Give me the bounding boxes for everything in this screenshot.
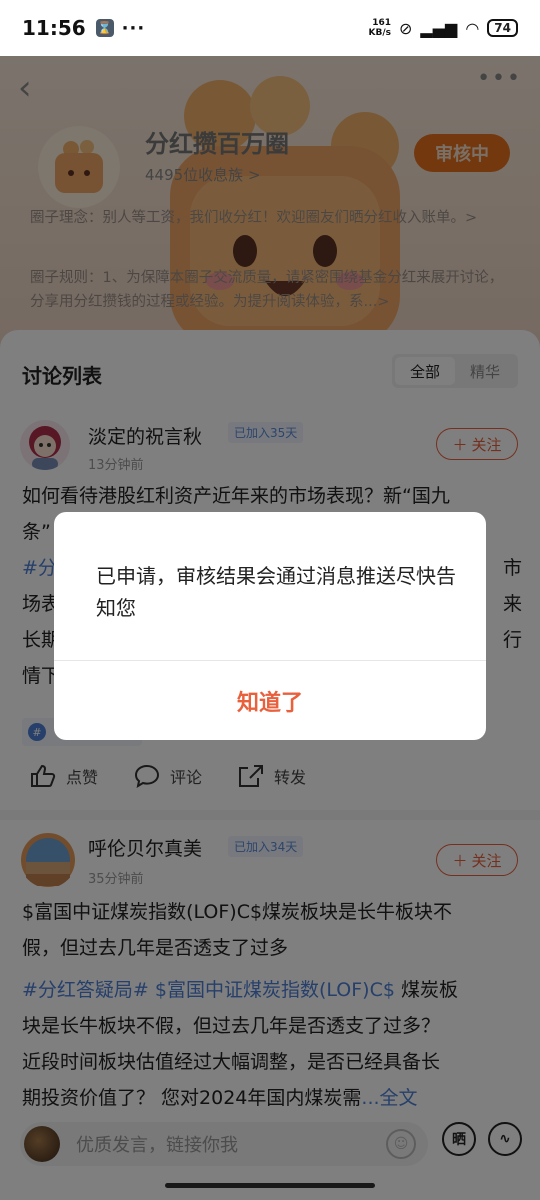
got-it-button[interactable]: 知道了 (54, 661, 486, 740)
wifi-icon: ◠ (465, 18, 480, 38)
signal-icon: ▂▄▆ (420, 18, 458, 38)
network-speed-value: 161 (372, 18, 391, 28)
link-icon: ⊘ (399, 18, 413, 38)
status-bar: 11:56 ⌛ ··· 161 KB/s ⊘ ▂▄▆ ◠ 74 (0, 0, 540, 56)
network-speed-unit: KB/s (368, 28, 391, 38)
apply-dialog: 已申请，审核结果会通过消息推送尽快告知您 知道了 (54, 512, 486, 740)
hourglass-icon: ⌛ (95, 19, 114, 37)
battery-indicator: 74 (487, 19, 518, 37)
dialog-message: 已申请，审核结果会通过消息推送尽快告知您 (96, 564, 456, 620)
status-time: 11:56 (22, 16, 86, 40)
network-speed: 161 KB/s (369, 18, 391, 38)
more-notifications-icon: ··· (121, 17, 146, 39)
